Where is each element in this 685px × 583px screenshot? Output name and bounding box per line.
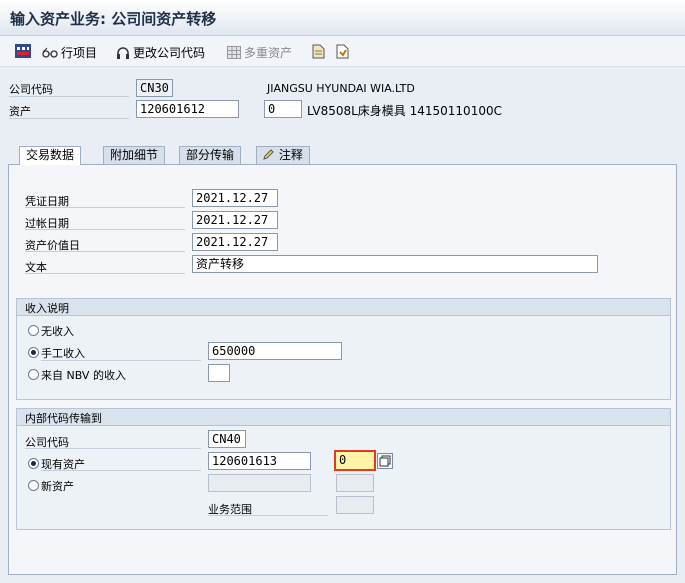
revenue-group-header: 收入说明 — [17, 299, 670, 316]
change-company-code-button[interactable]: 更改公司代码 — [116, 44, 205, 61]
copy-icon — [379, 455, 391, 467]
transfer-group-title: 内部代码传输到 — [25, 412, 102, 425]
revenue-group-title: 收入说明 — [25, 302, 69, 315]
application-toolbar: 行项目 更改公司代码 多重资产 — [0, 36, 685, 67]
overview-icon — [15, 44, 31, 58]
existing-asset-field[interactable]: 120601613 — [208, 452, 311, 470]
tab-notes-label: 注释 — [278, 148, 303, 162]
existing-asset-subnumber-field[interactable]: 0 — [334, 450, 376, 471]
manual-revenue-label: 手工收入 — [41, 347, 85, 360]
revenue-group: 收入说明 — [16, 298, 671, 400]
asset-description: LV8508L床身模具 14150110100C — [307, 104, 502, 118]
multiple-assets-label: 多重资产 — [244, 46, 293, 60]
no-revenue-label: 无收入 — [41, 325, 74, 338]
value-date-field[interactable]: 2021.12.27 — [192, 233, 278, 251]
asset-label: 资产 — [9, 105, 31, 118]
tab-transaction-data[interactable]: 交易数据 — [19, 146, 82, 165]
tab-transaction-data-label: 交易数据 — [26, 148, 75, 162]
tab-partial-transfer[interactable]: 部分传输 — [179, 146, 242, 164]
company-name: JIANGSU HYUNDAI WIA.LTD — [267, 82, 415, 95]
search-help-button[interactable] — [377, 453, 393, 469]
asset-underline — [9, 118, 129, 119]
tab-additional-details-label: 附加细节 — [110, 148, 159, 162]
company-code-underline — [9, 96, 129, 97]
business-area-underline — [208, 515, 328, 516]
target-company-code-underline — [25, 448, 201, 449]
new-asset-radio[interactable] — [28, 480, 39, 491]
manual-revenue-underline — [41, 360, 201, 361]
save-doc-button[interactable] — [336, 44, 349, 59]
manual-revenue-field[interactable]: 650000 — [208, 342, 342, 360]
doc-date-field[interactable]: 2021.12.27 — [192, 189, 278, 207]
change-company-code-label: 更改公司代码 — [133, 46, 206, 60]
text-underline — [25, 273, 185, 274]
tab-additional-details[interactable]: 附加细节 — [103, 146, 166, 164]
nbv-revenue-label: 来自 NBV 的收入 — [41, 369, 126, 382]
text-field[interactable]: 资产转移 — [192, 255, 598, 273]
overview-button[interactable] — [15, 44, 31, 58]
asset-subnumber-field[interactable]: 0 — [264, 100, 302, 118]
doc-date-underline — [25, 207, 185, 208]
existing-asset-underline — [41, 470, 201, 471]
post-date-field[interactable]: 2021.12.27 — [192, 211, 278, 229]
existing-asset-radio[interactable] — [28, 458, 39, 469]
transfer-group-header: 内部代码传输到 — [17, 409, 670, 426]
tab-partial-transfer-label: 部分传输 — [186, 148, 235, 162]
company-code-field[interactable]: CN30 — [136, 79, 173, 97]
save-doc-icon — [336, 44, 349, 59]
headphones-icon — [117, 46, 129, 59]
target-company-code-field[interactable]: CN40 — [208, 430, 246, 448]
no-revenue-radio[interactable] — [28, 325, 39, 336]
asset-number-field[interactable]: 120601612 — [136, 100, 239, 118]
business-area-field — [336, 496, 374, 514]
line-items-label: 行项目 — [61, 46, 98, 60]
company-code-label: 公司代码 — [9, 83, 53, 96]
post-date-underline — [25, 229, 185, 230]
new-asset-field — [208, 474, 311, 492]
nbv-revenue-radio[interactable] — [28, 369, 39, 380]
new-asset-label: 新资产 — [41, 480, 74, 493]
grid-icon — [227, 46, 241, 59]
new-asset-subnumber-field — [336, 474, 374, 492]
line-items-button[interactable]: 行项目 — [42, 44, 97, 61]
glasses-icon — [42, 47, 58, 58]
document-button[interactable] — [312, 44, 325, 59]
value-date-underline — [25, 251, 185, 252]
page-title: 输入资产业务: 公司间资产转移 — [10, 10, 217, 28]
manual-revenue-radio[interactable] — [28, 347, 39, 358]
nbv-revenue-checkbox[interactable] — [208, 364, 230, 382]
pencil-icon — [263, 149, 274, 160]
document-icon — [312, 44, 325, 59]
tab-notes[interactable]: 注释 — [256, 146, 310, 164]
title-bar: 输入资产业务: 公司间资产转移 — [0, 0, 685, 36]
multiple-assets-button[interactable]: 多重资产 — [227, 44, 292, 61]
